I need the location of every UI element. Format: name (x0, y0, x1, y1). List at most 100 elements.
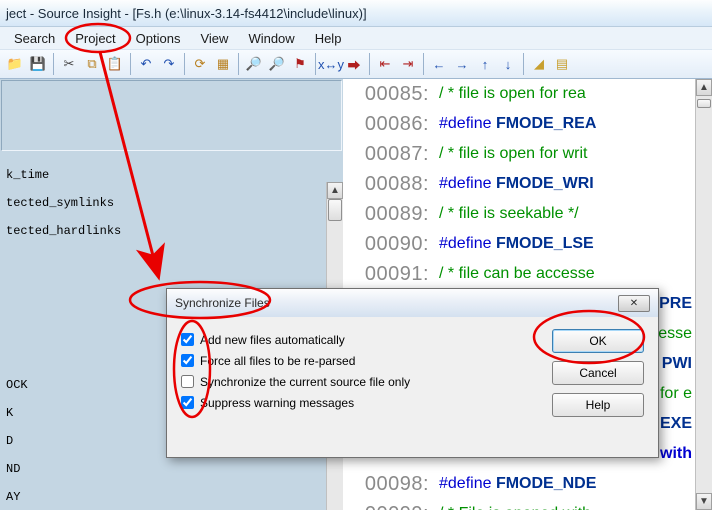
undo-icon[interactable]: ↶ (135, 53, 157, 75)
forward-icon[interactable]: → (451, 53, 473, 75)
copy-icon[interactable]: ⧉ (81, 53, 103, 75)
separator (184, 53, 185, 75)
suppress-warnings-checkbox[interactable] (181, 396, 194, 409)
checkbox-label: Suppress warning messages (200, 396, 354, 410)
checkbox-label: Synchronize the current source file only (200, 375, 410, 389)
checkbox-label: Force all files to be re-parsed (200, 354, 355, 368)
redo-icon[interactable]: ↷ (158, 53, 180, 75)
list-item[interactable]: tected_symlinks (6, 196, 114, 210)
code-line: 00088:#define FMODE_WRI (343, 169, 712, 199)
back-icon[interactable]: ← (428, 53, 450, 75)
code-text: / * file is open for writ (439, 145, 588, 163)
title-text: ject - Source Insight - [Fs.h (e:\linux-… (6, 6, 367, 21)
separator (53, 53, 54, 75)
menu-search[interactable]: Search (4, 29, 65, 48)
code-line: 00087:/ * file is open for writ (343, 139, 712, 169)
code-line: 00085:/ * file is open for rea (343, 79, 712, 109)
menu-view[interactable]: View (190, 29, 238, 48)
code-line: 00089:/ * file is seekable */ (343, 199, 712, 229)
down-icon[interactable]: ↓ (497, 53, 519, 75)
list-item[interactable]: k_time (6, 168, 49, 182)
menu-project[interactable]: Project (65, 29, 125, 48)
line-number: 00087: (343, 143, 439, 166)
list-item[interactable]: K (6, 406, 13, 420)
list-item[interactable]: AY (6, 490, 20, 504)
code-line: 00099:/ * File is opened with (343, 499, 712, 510)
list-item[interactable]: ND (6, 462, 20, 476)
cancel-button[interactable]: Cancel (552, 361, 644, 385)
separator (238, 53, 239, 75)
highlight-icon[interactable]: ◢ (528, 53, 550, 75)
refresh-icon[interactable]: ⟳ (189, 53, 211, 75)
dialog-options: Add new files automatically Force all fi… (181, 327, 534, 417)
menu-window[interactable]: Window (238, 29, 304, 48)
line-number: 00086: (343, 113, 439, 136)
separator (315, 53, 316, 75)
code-line: 00091:/ * file can be accesse (343, 259, 712, 289)
code-icon[interactable]: ▦ (212, 53, 234, 75)
separator (423, 53, 424, 75)
window-titlebar: ject - Source Insight - [Fs.h (e:\linux-… (0, 0, 712, 27)
scroll-thumb[interactable] (328, 199, 342, 221)
code-text: / * file can be accesse (439, 265, 595, 283)
list-item[interactable]: tected_hardlinks (6, 224, 121, 238)
help-button[interactable]: Help (552, 393, 644, 417)
line-number: 00089: (343, 203, 439, 226)
force-reparse-checkbox[interactable] (181, 354, 194, 367)
code-text: PWI (662, 355, 692, 373)
separator (523, 53, 524, 75)
line-number: 00098: (343, 473, 439, 496)
menubar: Search Project Options View Window Help (0, 27, 712, 49)
dialog-title-text: Synchronize Files (175, 296, 270, 310)
folder-icon[interactable]: 📁 (4, 53, 26, 75)
save-icon[interactable]: 💾 (27, 53, 49, 75)
code-text: with (660, 445, 692, 463)
scroll-down-icon[interactable]: ▼ (696, 493, 712, 510)
compare-icon[interactable]: x↔y (320, 53, 342, 75)
up-icon[interactable]: ↑ (474, 53, 496, 75)
list-item[interactable]: D (6, 434, 13, 448)
scroll-up-icon[interactable]: ▲ (696, 79, 712, 96)
editor-scrollbar[interactable]: ▲ ▼ (695, 79, 712, 510)
code-text: #define FMODE_WRI (439, 175, 594, 193)
toolbar: 📁 💾 ✂ ⧉ 📋 ↶ ↷ ⟳ ▦ 🔎 🔎 ⚑ x↔y ⮕ ⇤ ⇥ ← → ↑ … (0, 49, 712, 79)
paste-icon[interactable]: 📋 (104, 53, 126, 75)
line-number: 00091: (343, 263, 439, 286)
menu-options[interactable]: Options (126, 29, 191, 48)
dialog-close-button[interactable]: ✕ (618, 295, 650, 312)
scroll-up-icon[interactable]: ▲ (327, 182, 343, 199)
go-icon[interactable]: ⮕ (343, 53, 365, 75)
symbol-filter-box[interactable] (1, 80, 342, 151)
left-end-icon[interactable]: ⇤ (374, 53, 396, 75)
filter-icon[interactable]: ▤ (551, 53, 573, 75)
code-text: EXE (660, 415, 692, 433)
dialog-titlebar[interactable]: Synchronize Files ✕ (167, 289, 658, 317)
cut-icon[interactable]: ✂ (58, 53, 80, 75)
code-text: PRE (659, 295, 692, 313)
right-end-icon[interactable]: ⇥ (397, 53, 419, 75)
find-next-icon[interactable]: 🔎 (266, 53, 288, 75)
menu-help[interactable]: Help (305, 29, 352, 48)
code-text: / * File is opened with (439, 505, 591, 510)
bookmark-icon[interactable]: ⚑ (289, 53, 311, 75)
line-number: 00085: (343, 83, 439, 106)
code-text: #define FMODE_REA (439, 115, 596, 133)
code-text: / * file is open for rea (439, 85, 586, 103)
code-text: #define FMODE_NDE (439, 475, 596, 493)
code-line: 00090:#define FMODE_LSE (343, 229, 712, 259)
code-line: 00098:#define FMODE_NDE (343, 469, 712, 499)
line-number: 00099: (343, 503, 439, 510)
scroll-thumb[interactable] (697, 99, 711, 108)
add-new-files-checkbox[interactable] (181, 333, 194, 346)
code-text: esse (658, 325, 692, 343)
line-number: 00090: (343, 233, 439, 256)
ok-button[interactable]: OK (552, 329, 644, 353)
code-text: for e (660, 385, 692, 403)
list-item[interactable]: OCK (6, 378, 28, 392)
code-text: / * file is seekable */ (439, 205, 579, 223)
code-text: #define FMODE_LSE (439, 235, 594, 253)
sync-current-only-checkbox[interactable] (181, 375, 194, 388)
find-icon[interactable]: 🔎 (243, 53, 265, 75)
separator (369, 53, 370, 75)
checkbox-label: Add new files automatically (200, 333, 345, 347)
